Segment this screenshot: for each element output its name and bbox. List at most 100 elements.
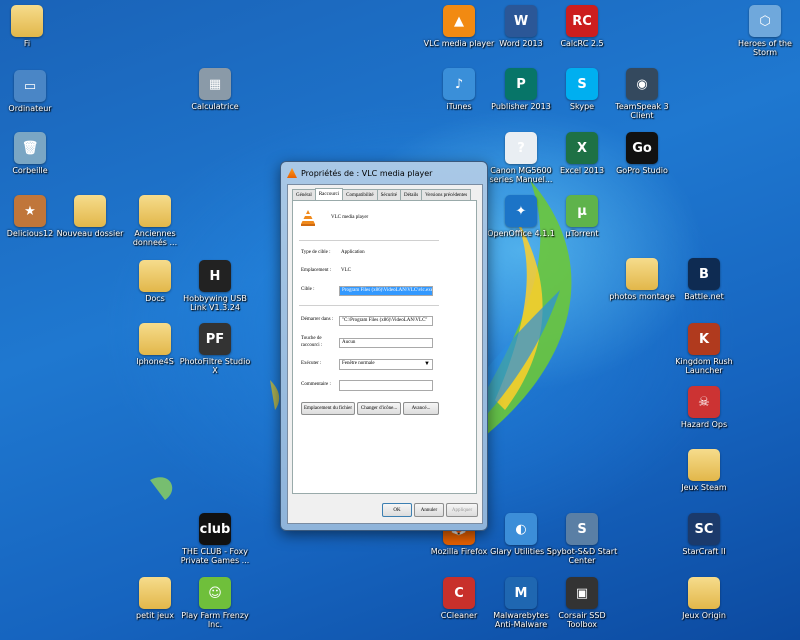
location-value: VLC (341, 268, 351, 273)
desktop-icon[interactable]: ☺ Play Farm Frenzy Inc. (178, 577, 252, 629)
desktop-icon-label: µTorrent (565, 229, 599, 238)
open-file-location-button[interactable]: Emplacement du fichier (301, 402, 355, 415)
vlc-cone-icon (287, 168, 297, 178)
desktop-icon-label: Jeux Steam (681, 483, 727, 492)
comment-field[interactable] (339, 380, 433, 391)
shortcut-panel: VLC media player Type de cible : Applica… (292, 200, 477, 494)
folder-icon (139, 577, 171, 609)
desktop-icon-label: GoPro Studio (616, 166, 668, 175)
desktop-icon-label: Anciennes donneés ... (132, 229, 178, 247)
folder-icon (74, 195, 106, 227)
desktop-icon-label: Corbeille (12, 166, 48, 175)
folder-icon (688, 449, 720, 481)
openoffice-icon: ✦ (505, 195, 537, 227)
desktop-icon[interactable]: RC CalcRC 2.5 (545, 5, 619, 48)
calculator-icon: ▦ (199, 68, 231, 100)
properties-dialog: Propriétés de : VLC media player Général… (280, 161, 488, 531)
desktop-icon[interactable]: Anciennes donneés ... (118, 195, 192, 247)
desktop-icon-label: TeamSpeak 3 Client (615, 102, 669, 120)
desktop-icon-label: Battle.net (684, 292, 724, 301)
kingdom-rush-icon: K (688, 323, 720, 355)
shortcut-key-label: Touche de raccourci : (301, 336, 323, 348)
recycle-bin-icon: 🗑 (14, 132, 46, 164)
glary-icon: ◐ (505, 513, 537, 545)
desktop-icon[interactable]: PF PhotoFiltre Studio X (178, 323, 252, 375)
location-label: Emplacement : (301, 268, 332, 273)
desktop-icon-label: Ordinateur (8, 104, 52, 113)
desktop-icon-label: Corsair SSD Toolbox (558, 611, 606, 629)
desktop-icon[interactable]: ▣ Corsair SSD Toolbox (545, 577, 619, 629)
corsair-icon: ▣ (566, 577, 598, 609)
change-icon-button[interactable]: Changer d'icône... (357, 402, 401, 415)
advanced-button[interactable]: Avancé... (403, 402, 439, 415)
apply-button[interactable]: Appliquer (446, 503, 478, 517)
desktop-icon[interactable]: H Hobbywing USB Link V1.3.24 (178, 260, 252, 312)
dialog-body: Général Raccourci Compatibilité Sécurité… (287, 184, 483, 524)
computer-icon: ▭ (14, 70, 46, 102)
canon-manual-icon: ? (505, 132, 537, 164)
desktop-icon-label: Hazard Ops (680, 420, 728, 429)
folder-icon (11, 5, 43, 37)
desktop-icon[interactable]: S Spybot-S&D Start Center (545, 513, 619, 565)
folder-icon (139, 195, 171, 227)
desktop-icon-label: CalcRC 2.5 (560, 39, 604, 48)
type-label: Type de cible : (301, 250, 331, 255)
farm-frenzy-icon: ☺ (199, 577, 231, 609)
itunes-icon: ♪ (443, 68, 475, 100)
desktop-icon[interactable]: µ µTorrent (545, 195, 619, 238)
desktop-icon[interactable]: ⬡ Heroes of the Storm (728, 5, 800, 57)
hobbywing-icon: H (199, 260, 231, 292)
desktop-icon-label: Jeux Origin (682, 611, 726, 620)
desktop-icon-label: PhotoFiltre Studio X (179, 357, 251, 375)
comment-label: Commentaire : (301, 382, 331, 387)
desktop-icon-label: Heroes of the Storm (738, 39, 792, 57)
desktop-icon[interactable]: ▭ Ordinateur (0, 70, 67, 113)
photofiltre-icon: PF (199, 323, 231, 355)
folder-icon (688, 577, 720, 609)
desktop-icon-label: Calculatrice (191, 102, 239, 111)
desktop-icon[interactable]: SC StarCraft II (667, 513, 741, 556)
desktop-icon[interactable]: Jeux Steam (667, 449, 741, 492)
chevron-down-icon: ▼ (424, 361, 430, 367)
starcraft-icon: SC (688, 513, 720, 545)
desktop-icon[interactable]: Jeux Origin (667, 577, 741, 620)
shortcut-key-field[interactable]: Aucun (339, 338, 433, 348)
desktop-icon[interactable]: Go GoPro Studio (605, 132, 679, 175)
ok-button[interactable]: OK (382, 503, 412, 517)
target-field[interactable]: Program Files (x86)\VideoLAN\VLC\vlc.exe (339, 286, 433, 296)
skype-icon: S (566, 68, 598, 100)
app-name: VLC media player (331, 215, 369, 220)
target-label: Cible : (301, 287, 315, 292)
teamspeak-icon: ◉ (626, 68, 658, 100)
start-in-field[interactable]: "C:\Program Files (x86)\VideoLAN\VLC" (339, 316, 433, 326)
type-value: Application (341, 250, 365, 255)
cancel-button[interactable]: Annuler (414, 503, 444, 517)
desktop-icon[interactable]: Fi (0, 5, 64, 48)
run-select[interactable]: Fenêtre normale ▼ (339, 359, 433, 370)
desktop-icon-label: Spybot-S&D Start Center (546, 547, 618, 565)
folder-icon (139, 260, 171, 292)
desktop-icon-label: Fi (23, 39, 31, 48)
desktop-icon[interactable]: ◉ TeamSpeak 3 Client (605, 68, 679, 120)
start-in-label: Démarrer dans : (301, 317, 334, 322)
dialog-titlebar[interactable]: Propriétés de : VLC media player (281, 162, 487, 184)
vlc-icon: ▲ (443, 5, 475, 37)
folder-icon (626, 258, 658, 290)
desktop-icon[interactable]: K Kingdom Rush Launcher (667, 323, 741, 375)
folder-icon (139, 323, 171, 355)
desktop-icon-label: Kingdom Rush Launcher (675, 357, 733, 375)
game-icon: ★ (14, 195, 46, 227)
calcrc-icon: RC (566, 5, 598, 37)
desktop-icon[interactable]: ☠ Hazard Ops (667, 386, 741, 429)
desktop-icon[interactable]: ▦ Calculatrice (178, 68, 252, 111)
word-icon: W (505, 5, 537, 37)
desktop-icon[interactable]: Nouveau dossier (53, 195, 127, 238)
desktop-icon[interactable]: club THE CLUB - Foxy Private Games ... (178, 513, 252, 565)
desktop-icon-label: StarCraft II (682, 547, 726, 556)
heroes-icon: ⬡ (749, 5, 781, 37)
hazard-ops-icon: ☠ (688, 386, 720, 418)
dialog-title: Propriétés de : VLC media player (301, 168, 433, 178)
desktop-icon[interactable]: 🗑 Corbeille (0, 132, 67, 175)
desktop-icon[interactable]: B Battle.net (667, 258, 741, 301)
gopro-icon: Go (626, 132, 658, 164)
